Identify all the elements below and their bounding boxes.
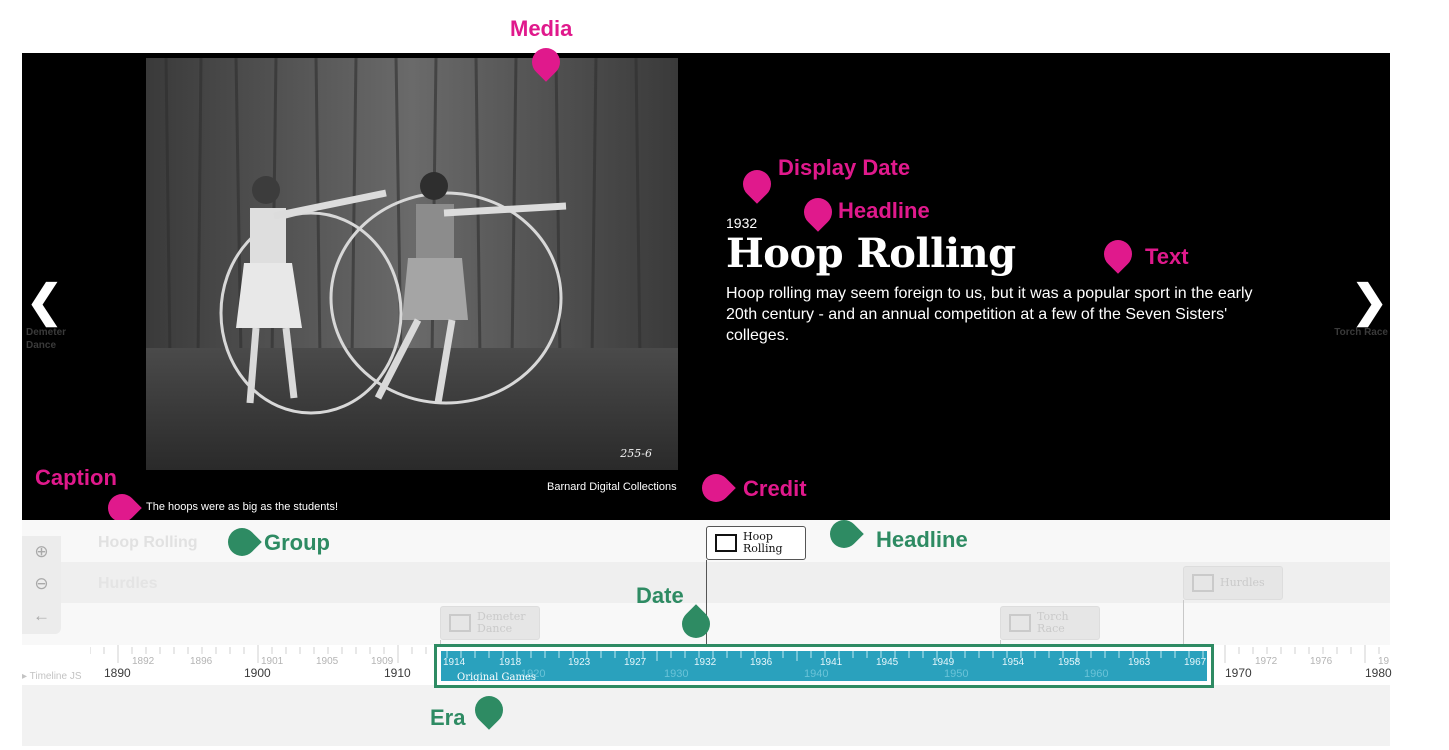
annotation-date: Date	[636, 583, 684, 608]
slide-text: Hoop rolling may seem foreign to us, but…	[726, 285, 1253, 344]
timelinejs-branding: ▸ Timeline JS	[22, 671, 82, 682]
slide-headline: Hoop Rolling	[726, 230, 1016, 277]
annotation-media: Media	[510, 16, 573, 41]
marker-line-hurdles	[1183, 600, 1184, 650]
era-minor-tick: 1923	[568, 657, 591, 668]
image-icon	[715, 534, 737, 552]
marker-headline: Torch Race	[1037, 610, 1069, 635]
annotation-headline-timenav: Headline	[876, 527, 968, 552]
era-minor-tick: 1945	[876, 657, 899, 668]
era-major-tick: 1940	[804, 668, 829, 680]
slide-display-date: 1932	[726, 215, 758, 231]
axis-major-tick: 1910	[384, 666, 411, 680]
next-slide-button[interactable]: ❯ Torch Race	[1318, 277, 1388, 339]
axis-major-tick: 1900	[244, 666, 271, 680]
era-minor-tick: 1963	[1128, 657, 1151, 668]
slide-media-photo: 255-6	[146, 58, 678, 470]
image-icon	[1192, 574, 1214, 592]
era-minor-tick: 1936	[750, 657, 773, 668]
era-minor-tick: 1918	[499, 657, 522, 668]
era-major-tick: 1950	[944, 668, 969, 680]
timeline-marker-torch-race[interactable]: Torch Race	[1000, 606, 1100, 640]
group-label-hoop-rolling: Hoop Rolling	[98, 534, 198, 551]
annotation-text: Text	[1145, 244, 1189, 269]
annotation-group: Group	[264, 530, 330, 555]
axis-major-tick: 1970	[1225, 666, 1252, 680]
era-minor-tick: 1958	[1058, 657, 1081, 668]
annotation-display-date: Display Date	[778, 155, 911, 180]
photo-hoop-rolling-illustration	[146, 58, 678, 470]
timeline-marker-hurdles[interactable]: Hurdles	[1183, 566, 1283, 600]
era-minor-tick: 1967	[1184, 657, 1207, 668]
annotation-credit: Credit	[743, 476, 807, 501]
annotation-era: Era	[430, 705, 466, 730]
era-label: Original Games	[457, 672, 537, 683]
era-minor-tick: 1927	[624, 657, 647, 668]
marker-headline: Hoop Rolling	[743, 530, 783, 555]
group-label-hurdles: Hurdles	[98, 575, 158, 592]
next-slide-label: Torch Race	[1334, 327, 1388, 338]
image-icon	[1009, 614, 1031, 632]
timeline-marker-demeter-dance[interactable]: Demeter Dance	[440, 606, 540, 640]
branding-label: Timeline JS	[29, 671, 82, 682]
axis-major-tick: 1980	[1365, 666, 1392, 680]
era-major-tick: 1960	[1084, 668, 1109, 680]
image-icon	[449, 614, 471, 632]
slide-caption: The hoops were as big as the students!	[146, 501, 339, 513]
slide-credit: Barnard Digital Collections	[547, 481, 677, 493]
photo-number: 255-6	[620, 447, 652, 460]
era-minor-tick: 1954	[1002, 657, 1025, 668]
era-minor-tick: 1914	[443, 657, 466, 668]
previous-slide-label: Demeter Dance	[26, 327, 67, 351]
annotation-caption: Caption	[35, 465, 117, 490]
era-minor-tick: 1949	[932, 657, 955, 668]
back-to-start-icon[interactable]: ←	[22, 600, 61, 632]
era-minor-tick: 1932	[694, 657, 717, 668]
marker-line-hoop-rolling	[706, 560, 707, 650]
axis-major-tick: 1890	[104, 666, 131, 680]
era-minor-tick: 1941	[820, 657, 843, 668]
annotation-headline: Headline	[838, 198, 930, 223]
marker-headline: Hurdles	[1220, 576, 1265, 589]
zoom-in-icon[interactable]: ⊕	[22, 536, 61, 568]
marker-headline: Demeter Dance	[477, 610, 526, 635]
era-major-tick: 1930	[664, 668, 689, 680]
timeline-marker-hoop-rolling[interactable]: Hoop Rolling	[706, 526, 806, 560]
zoom-out-icon[interactable]: ⊖	[22, 568, 61, 600]
era-band-original-games[interactable]: 1914 1918 1923 1927 1932 1936 1941 1945 …	[437, 647, 1211, 685]
chevron-right-icon: ❯	[1351, 277, 1388, 326]
previous-slide-button[interactable]: ❮ Demeter Dance	[26, 277, 78, 352]
zoom-controls: ⊕ ⊖ ←	[22, 536, 61, 634]
chevron-left-icon: ❮	[26, 277, 63, 326]
